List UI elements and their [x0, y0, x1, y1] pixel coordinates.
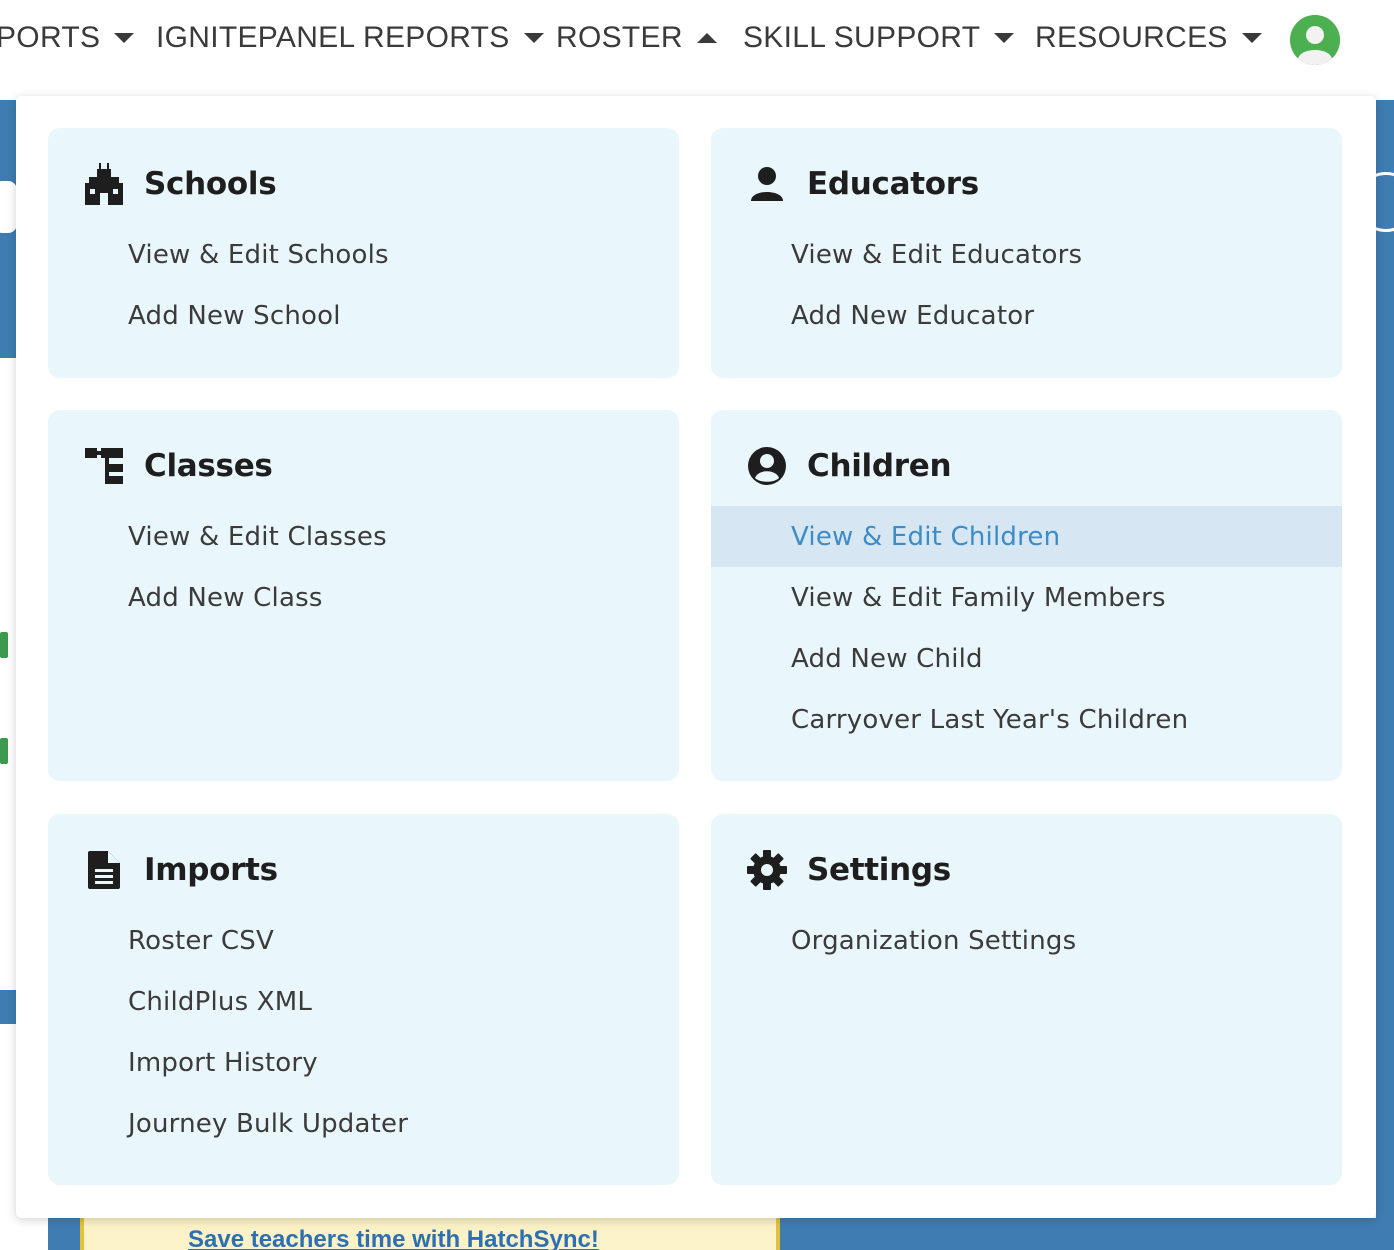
- imports-panel: Imports Roster CSV ChildPlus XML Import …: [48, 814, 679, 1185]
- link-organization-settings[interactable]: Organization Settings: [711, 910, 1342, 971]
- educators-panel: Educators View & Edit Educators Add New …: [711, 128, 1342, 378]
- nav-ignitepanel-reports-label: IGNITEPANEL REPORTS: [156, 21, 510, 54]
- top-navigation: PORTS IGNITEPANEL REPORTS ROSTER SKILL S…: [0, 0, 1394, 80]
- user-circle-icon: [745, 444, 789, 488]
- background-stat-value: [0, 738, 8, 764]
- nav-skill-support-label: SKILL SUPPORT: [743, 21, 981, 54]
- link-roster-csv[interactable]: Roster CSV: [48, 910, 679, 971]
- nav-roster[interactable]: ROSTER: [556, 18, 717, 58]
- nav-resources-label: RESOURCES: [1035, 21, 1228, 54]
- link-view-edit-educators[interactable]: View & Edit Educators: [711, 224, 1342, 285]
- link-add-new-school[interactable]: Add New School: [48, 285, 679, 346]
- user-avatar-icon: [1290, 15, 1340, 65]
- children-title: Children: [807, 448, 952, 484]
- link-view-edit-classes[interactable]: View & Edit Classes: [48, 506, 679, 567]
- background-stat-value: [0, 632, 8, 658]
- link-journey-bulk-updater[interactable]: Journey Bulk Updater: [48, 1093, 679, 1154]
- nav-roster-label: ROSTER: [556, 21, 683, 54]
- link-view-edit-schools[interactable]: View & Edit Schools: [48, 224, 679, 285]
- schools-panel: Schools View & Edit Schools Add New Scho…: [48, 128, 679, 378]
- user-avatar-button[interactable]: [1290, 15, 1340, 65]
- nav-ignitepanel-reports[interactable]: IGNITEPANEL REPORTS: [156, 18, 544, 58]
- schools-title: Schools: [144, 166, 277, 202]
- imports-title: Imports: [144, 852, 278, 888]
- classes-panel: Classes View & Edit Classes Add New Clas…: [48, 410, 679, 781]
- educators-title: Educators: [807, 166, 979, 202]
- background-panel-right: [1376, 100, 1394, 1250]
- gear-icon: [745, 848, 789, 892]
- chevron-down-icon: [1241, 33, 1262, 43]
- chevron-up-icon: [696, 33, 717, 43]
- nav-resources[interactable]: RESOURCES: [1035, 18, 1262, 58]
- classes-title: Classes: [144, 448, 273, 484]
- chevron-down-icon: [114, 33, 135, 43]
- school-building-icon: [82, 162, 126, 206]
- settings-panel: Settings Organization Settings: [711, 814, 1342, 1185]
- roster-dropdown-menu: Schools View & Edit Schools Add New Scho…: [16, 96, 1376, 1218]
- hierarchy-icon: [82, 444, 126, 488]
- nav-reports-label: PORTS: [0, 21, 101, 54]
- chevron-down-icon: [994, 33, 1015, 43]
- link-childplus-xml[interactable]: ChildPlus XML: [48, 971, 679, 1032]
- settings-title: Settings: [807, 852, 951, 888]
- children-panel: Children View & Edit Children View & Edi…: [711, 410, 1342, 781]
- person-icon: [745, 162, 789, 206]
- background-panel-left-lower: [0, 990, 16, 1024]
- nav-skill-support[interactable]: SKILL SUPPORT: [743, 18, 1015, 58]
- link-add-new-educator[interactable]: Add New Educator: [711, 285, 1342, 346]
- document-icon: [82, 848, 126, 892]
- link-import-history[interactable]: Import History: [48, 1032, 679, 1093]
- link-carryover-children[interactable]: Carryover Last Year's Children: [711, 689, 1342, 750]
- link-add-new-class[interactable]: Add New Class: [48, 567, 679, 628]
- promo-banner-link[interactable]: Save teachers time with HatchSync!: [188, 1226, 599, 1250]
- nav-reports[interactable]: PORTS: [0, 18, 135, 58]
- link-add-new-child[interactable]: Add New Child: [711, 628, 1342, 689]
- link-view-edit-children[interactable]: View & Edit Children: [711, 506, 1342, 567]
- chevron-down-icon: [523, 33, 544, 43]
- link-view-edit-family-members[interactable]: View & Edit Family Members: [711, 567, 1342, 628]
